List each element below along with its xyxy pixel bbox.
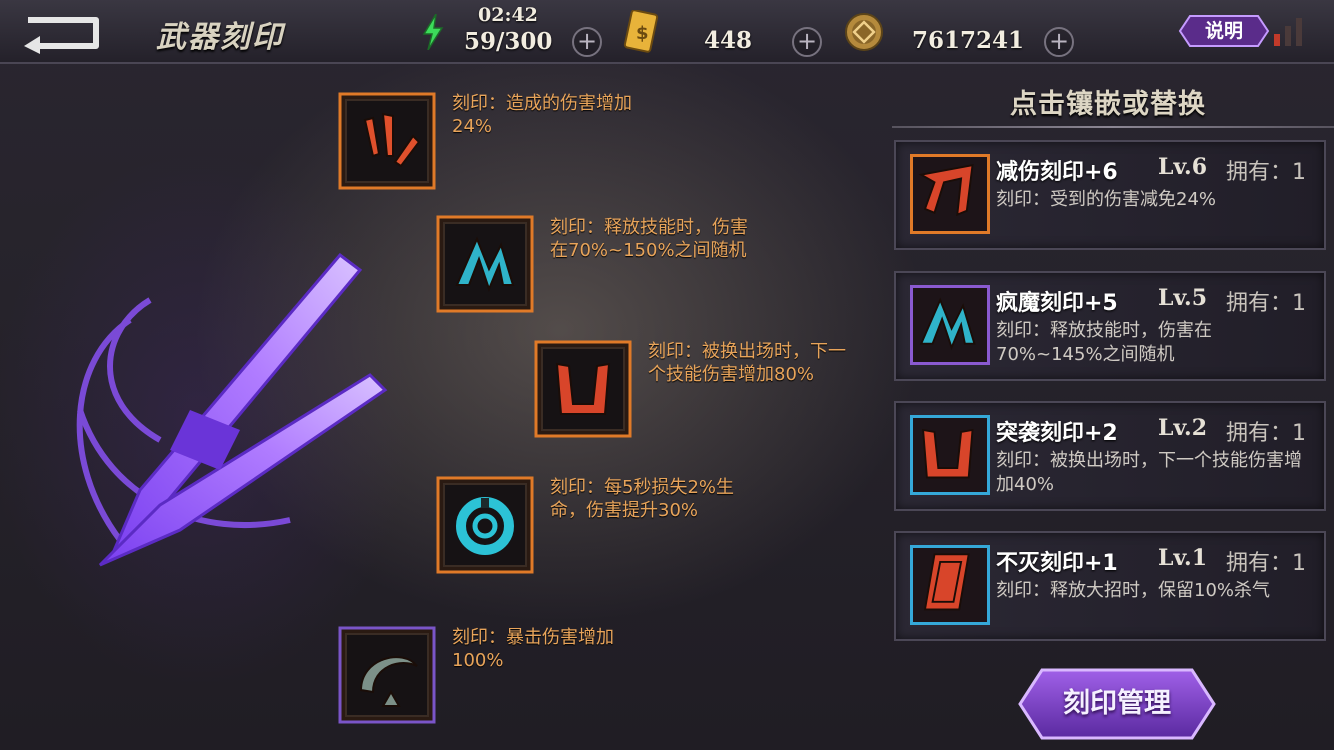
signal-icon [1274, 18, 1302, 46]
rune-description: 刻印：受到的伤害减免24% [996, 189, 1217, 210]
help-label: 说明 [1204, 20, 1243, 42]
rune-level: Lv.6 [1158, 154, 1208, 180]
ticket-value: 448 [704, 27, 753, 54]
rune-level: Lv.2 [1158, 415, 1208, 441]
rune-slot-3-description: 刻印：被换出场时，下一个技能伤害增加80% [648, 341, 846, 385]
page-title: 武器刻印 [156, 20, 284, 55]
energy-resource: 02:42 59/300 + [420, 0, 620, 64]
manage-runes-button[interactable]: 刻印管理 [1016, 666, 1218, 742]
claw-rune-icon [338, 92, 436, 190]
rune-slot-1-description: 刻印：造成的伤害增加24% [452, 93, 632, 137]
crescent-rune-icon [338, 626, 436, 724]
horn-rune-icon [910, 415, 990, 495]
coin-icon [845, 13, 883, 51]
rune-slot-2[interactable] [436, 215, 534, 313]
rune-owned-count: 拥有：1 [1226, 160, 1306, 185]
rune-card[interactable]: 突袭刻印+2 Lv.2 拥有：1 刻印：被换出场时，下一个技能伤害增加40% [894, 401, 1326, 511]
add-energy-button[interactable]: + [572, 27, 602, 57]
add-coin-button[interactable]: + [1044, 27, 1074, 57]
rune-slot-1[interactable] [338, 92, 436, 190]
rune-slot-4[interactable] [436, 476, 534, 574]
rune-slot-5-description: 刻印：暴击伤害增加100% [452, 627, 614, 671]
add-ticket-button[interactable]: + [792, 27, 822, 57]
rune-card[interactable]: 不灭刻印+1 Lv.1 拥有：1 刻印：释放大招时，保留10%杀气 [894, 531, 1326, 641]
rune-level: Lv.5 [1158, 285, 1208, 311]
rune-description: 刻印：被换出场时，下一个技能伤害增加40% [996, 450, 1302, 495]
coin-value: 7617241 [912, 27, 1025, 54]
zigzag-rune-icon [436, 215, 534, 313]
rune-card[interactable]: 疯魔刻印+5 Lv.5 拥有：1 刻印：释放技能时，伤害在70%~145%之间随… [894, 271, 1326, 381]
rune-name: 突袭刻印+2 [996, 421, 1118, 446]
rune-name: 减伤刻印+6 [996, 160, 1118, 185]
lightning-icon [422, 14, 444, 50]
rune-slot-4-description: 刻印：每5秒损失2%生命，伤害提升30% [550, 477, 735, 521]
ring-rune-icon [436, 476, 534, 574]
ticket-resource: $ 448 + [620, 0, 840, 64]
clock-time: 02:42 [478, 4, 538, 26]
rune-owned-count: 拥有：1 [1226, 551, 1306, 576]
coin-resource: 7617241 + [842, 0, 1082, 64]
rune-slot-2-description: 刻印：释放技能时，伤害在70%~150%之间随机 [550, 217, 748, 261]
rune-owned-count: 拥有：1 [1226, 421, 1306, 446]
ticket-icon: $ [623, 10, 659, 53]
rune-slot-3[interactable] [534, 340, 632, 438]
energy-value: 59/300 [464, 28, 553, 55]
help-button[interactable]: 说明 [1178, 14, 1270, 48]
rune-name: 疯魔刻印+5 [996, 291, 1118, 316]
horn-rune-icon [534, 340, 632, 438]
top-bar: 武器刻印 02:42 59/300 + $ 448 + 7617241 + 说明 [0, 0, 1334, 64]
manage-runes-label: 刻印管理 [1063, 688, 1171, 719]
svg-text:$: $ [636, 23, 649, 44]
rune-owned-count: 拥有：1 [1226, 291, 1306, 316]
shield-rune-icon [910, 154, 990, 234]
rune-level: Lv.1 [1158, 545, 1208, 571]
back-button[interactable] [20, 10, 102, 54]
panel-title: 点击镶嵌或替换 [1010, 89, 1206, 120]
rune-description: 刻印：释放大招时，保留10%杀气 [996, 580, 1271, 601]
zigzag-rune-icon [910, 285, 990, 365]
rune-description: 刻印：释放技能时，伤害在70%~145%之间随机 [996, 320, 1212, 365]
rune-slot-5[interactable] [338, 626, 436, 724]
rune-name: 不灭刻印+1 [996, 551, 1118, 576]
card-rune-icon [910, 545, 990, 625]
weapon-artwork [76, 252, 388, 567]
panel-divider [892, 126, 1334, 128]
rune-card[interactable]: 减伤刻印+6 Lv.6 拥有：1 刻印：受到的伤害减免24% [894, 140, 1326, 250]
